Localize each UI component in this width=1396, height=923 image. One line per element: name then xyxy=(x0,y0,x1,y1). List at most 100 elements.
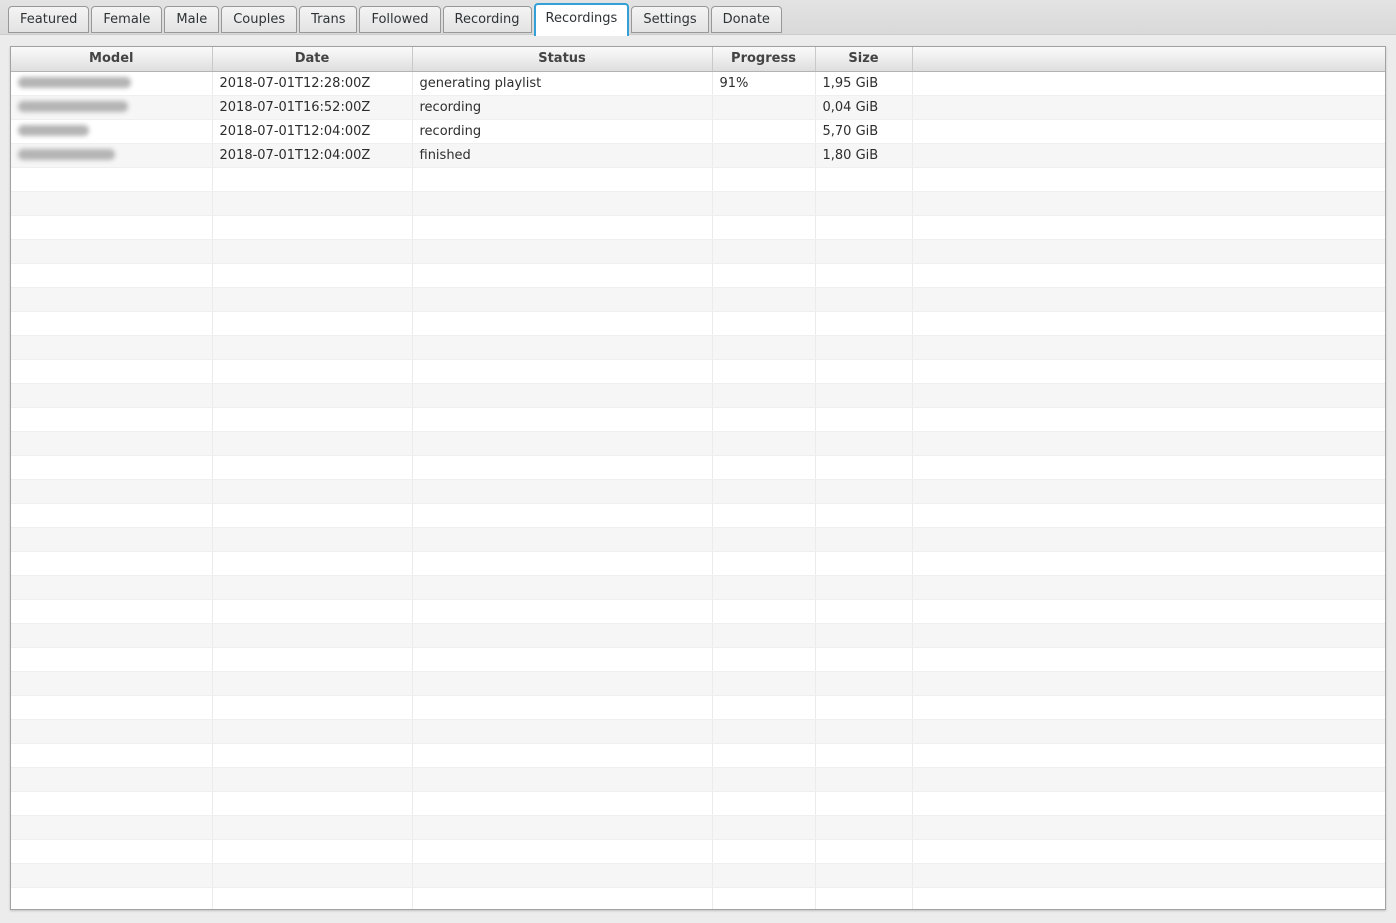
empty-table-row xyxy=(11,575,1385,600)
cell-size xyxy=(815,191,913,216)
tab-trans[interactable]: Trans xyxy=(299,6,358,33)
tab-male[interactable]: Male xyxy=(164,6,220,33)
tab-donate[interactable]: Donate xyxy=(710,6,782,33)
cell-filler xyxy=(912,815,1385,840)
cell-model xyxy=(11,239,213,264)
cell-size xyxy=(815,839,913,864)
cell-filler xyxy=(912,503,1385,528)
empty-table-row xyxy=(11,263,1385,288)
cell-model xyxy=(11,575,213,600)
cell-progress xyxy=(712,527,816,552)
cell-status xyxy=(412,815,713,840)
cell-filler xyxy=(912,863,1385,888)
recordings-grid: Model Date Status Progress Size 2018-07-01T1… xyxy=(11,47,1385,909)
column-header-model[interactable]: Model xyxy=(11,47,213,72)
cell-filler xyxy=(912,695,1385,720)
empty-table-row xyxy=(11,815,1385,840)
tab-label: Trans xyxy=(311,12,346,27)
tab-recording[interactable]: Recording xyxy=(442,6,532,33)
cell-status xyxy=(412,335,713,360)
cell-model xyxy=(11,311,213,336)
column-header-progress[interactable]: Progress xyxy=(712,47,816,72)
cell-progress xyxy=(712,791,816,816)
empty-table-row xyxy=(11,359,1385,384)
cell-status xyxy=(412,311,713,336)
cell-progress xyxy=(712,815,816,840)
tab-featured[interactable]: Featured xyxy=(8,6,90,33)
cell-progress xyxy=(712,95,816,120)
tab-label: Settings xyxy=(643,12,697,27)
cell-size xyxy=(815,743,913,768)
cell-progress xyxy=(712,719,816,744)
cell-size xyxy=(815,623,913,648)
cell-status: recording xyxy=(412,95,713,120)
cell-date xyxy=(212,527,413,552)
column-header-date[interactable]: Date xyxy=(212,47,413,72)
empty-table-row xyxy=(11,335,1385,360)
cell-status xyxy=(412,191,713,216)
column-header-status[interactable]: Status xyxy=(412,47,713,72)
cell-size xyxy=(815,479,913,504)
cell-date xyxy=(212,575,413,600)
empty-table-row xyxy=(11,479,1385,504)
cell-size xyxy=(815,575,913,600)
cell-status xyxy=(412,623,713,648)
cell-date: 2018-07-01T12:28:00Z xyxy=(212,71,413,96)
empty-table-row xyxy=(11,383,1385,408)
table-row[interactable]: 2018-07-01T12:04:00Z recording 5,70 GiB xyxy=(11,119,1385,144)
cell-model xyxy=(11,407,213,432)
cell-date xyxy=(212,815,413,840)
cell-size: 0,04 GiB xyxy=(815,95,913,120)
cell-filler xyxy=(912,407,1385,432)
cell-status xyxy=(412,695,713,720)
cell-filler xyxy=(912,191,1385,216)
tab-settings[interactable]: Settings xyxy=(631,6,709,33)
cell-model xyxy=(11,743,213,768)
cell-progress xyxy=(712,335,816,360)
cell-date xyxy=(212,359,413,384)
table-row[interactable]: 2018-07-01T12:28:00Z generating playlist… xyxy=(11,71,1385,96)
tab-female[interactable]: Female xyxy=(91,6,163,33)
cell-model xyxy=(11,383,213,408)
table-row[interactable]: 2018-07-01T16:52:00Z recording 0,04 GiB xyxy=(11,95,1385,120)
column-header-size[interactable]: Size xyxy=(815,47,913,72)
cell-model xyxy=(11,215,213,240)
empty-table-row xyxy=(11,431,1385,456)
cell-date xyxy=(212,479,413,504)
cell-status xyxy=(412,887,713,909)
cell-status xyxy=(412,263,713,288)
cell-progress xyxy=(712,551,816,576)
empty-table-row xyxy=(11,719,1385,744)
table-header-row: Model Date Status Progress Size xyxy=(11,47,1385,72)
cell-date xyxy=(212,599,413,624)
cell-size xyxy=(815,647,913,672)
empty-table-row xyxy=(11,455,1385,480)
cell-progress xyxy=(712,743,816,768)
table-row[interactable]: 2018-07-01T12:04:00Z finished 1,80 GiB xyxy=(11,143,1385,168)
tab-followed[interactable]: Followed xyxy=(359,6,441,33)
cell-date xyxy=(212,167,413,192)
cell-progress xyxy=(712,143,816,168)
tab-couples[interactable]: Couples xyxy=(221,6,298,33)
cell-status xyxy=(412,671,713,696)
tab-recordings[interactable]: Recordings xyxy=(533,3,630,36)
column-header-blank[interactable] xyxy=(912,47,1385,72)
cell-status xyxy=(412,719,713,744)
cell-status xyxy=(412,791,713,816)
cell-date xyxy=(212,239,413,264)
cell-status xyxy=(412,575,713,600)
cell-status xyxy=(412,431,713,456)
cell-date xyxy=(212,551,413,576)
cell-progress xyxy=(712,455,816,480)
cell-size xyxy=(815,335,913,360)
cell-status xyxy=(412,167,713,192)
empty-table-row xyxy=(11,287,1385,312)
cell-model xyxy=(11,815,213,840)
cell-size xyxy=(815,719,913,744)
cell-date xyxy=(212,311,413,336)
cell-progress xyxy=(712,767,816,792)
cell-progress xyxy=(712,407,816,432)
cell-filler xyxy=(912,599,1385,624)
tab-label: Featured xyxy=(20,12,78,27)
cell-size xyxy=(815,671,913,696)
